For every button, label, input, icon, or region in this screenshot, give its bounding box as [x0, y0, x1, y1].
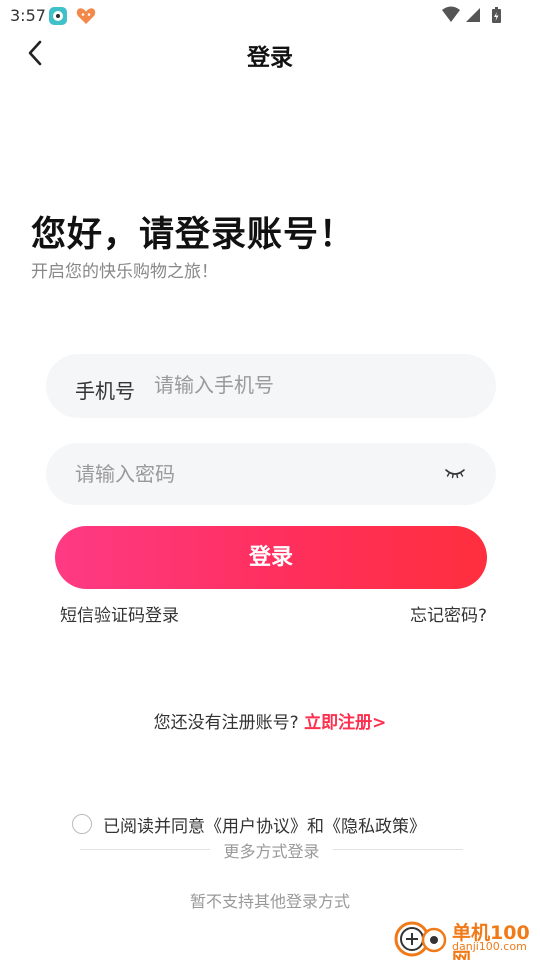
watermark-url: danji100.com	[452, 940, 527, 953]
sms-login-link[interactable]: 短信验证码登录	[60, 601, 179, 626]
no-support-text: 暂不支持其他登录方式	[189, 892, 350, 911]
forgot-password-link[interactable]: 忘记密码?	[410, 601, 487, 626]
password-input[interactable]	[75, 457, 415, 491]
login-button[interactable]: 登录	[55, 526, 487, 589]
watermark-logo-icon	[394, 921, 447, 957]
watermark: 单机100网 danji100.com	[390, 916, 540, 960]
phone-input[interactable]	[154, 368, 454, 402]
more-login-divider: 更多方式登录	[80, 838, 463, 861]
phone-field: 手机号	[46, 354, 496, 418]
watermark-title: 单机100网	[452, 922, 530, 960]
greeting-subtitle: 开启您的快乐购物之旅！	[31, 262, 218, 282]
agreement-and: 和	[307, 817, 324, 837]
password-field	[46, 443, 496, 505]
agreement-row: 已阅读并同意《用户协议》和《隐私政策》	[72, 812, 492, 837]
header: 登录	[0, 32, 540, 76]
register-question: 您还没有注册账号?	[153, 713, 299, 733]
notification-app-icon	[49, 7, 67, 25]
status-time: 3:57	[10, 6, 46, 25]
page-title: 登录	[247, 45, 293, 71]
eye-closed-icon[interactable]	[444, 465, 466, 481]
privacy-policy-link[interactable]: 《隐私政策》	[324, 817, 426, 837]
signal-icon	[466, 8, 480, 22]
status-bar: 3:57	[0, 0, 540, 32]
phone-label: 手机号	[75, 379, 135, 403]
greeting-title: 您好，请登录账号！	[31, 215, 356, 255]
register-row: 您还没有注册账号? 立即注册>	[0, 708, 540, 733]
notification-heart-icon	[76, 8, 96, 24]
agreement-text: 已阅读并同意《用户协议》和《隐私政策》	[103, 812, 426, 837]
more-login-label: 更多方式登录	[223, 842, 320, 861]
battery-icon	[492, 7, 501, 23]
divider-right	[333, 849, 463, 850]
user-agreement-link[interactable]: 《用户协议》	[205, 817, 307, 837]
register-link[interactable]: 立即注册>	[304, 713, 386, 733]
agreement-prefix: 已阅读并同意	[103, 817, 205, 837]
wifi-icon	[442, 6, 460, 22]
status-indicators	[442, 6, 501, 23]
agreement-checkbox[interactable]	[72, 814, 92, 834]
